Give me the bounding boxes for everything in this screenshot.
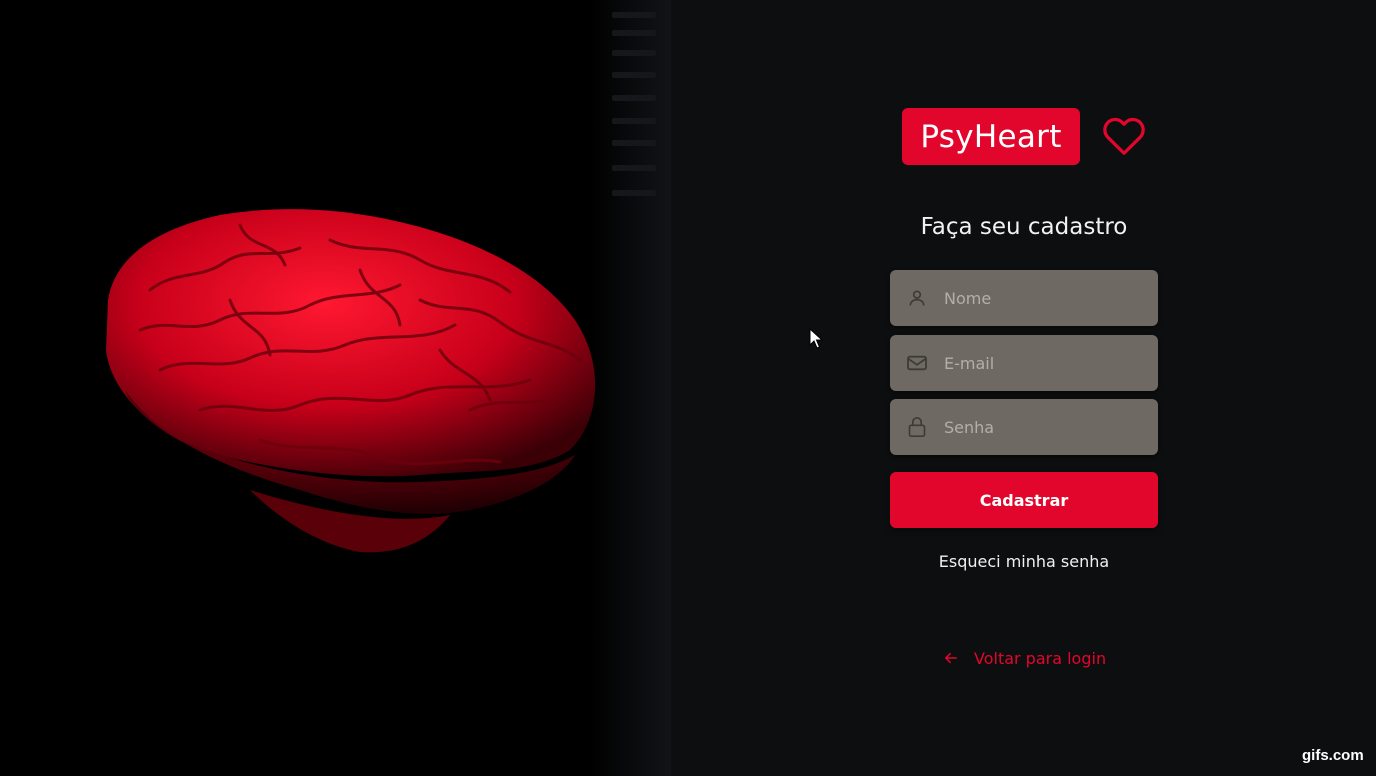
forgot-password-link[interactable]: Esqueci minha senha bbox=[890, 552, 1158, 571]
mail-icon bbox=[890, 335, 944, 391]
name-field[interactable] bbox=[890, 270, 1158, 326]
email-field[interactable] bbox=[890, 335, 1158, 391]
brand-logo: PsyHeart bbox=[902, 108, 1080, 165]
brand-name: PsyHeart bbox=[920, 118, 1062, 155]
lock-icon bbox=[890, 399, 944, 455]
hero-image bbox=[0, 0, 671, 776]
watermark: gifs.com bbox=[1302, 747, 1364, 764]
heart-icon bbox=[1103, 117, 1145, 155]
mouse-cursor-icon bbox=[809, 328, 823, 349]
email-input[interactable] bbox=[944, 343, 1144, 383]
password-field[interactable] bbox=[890, 399, 1158, 455]
user-icon bbox=[890, 270, 944, 326]
back-to-login-link[interactable]: Voltar para login bbox=[944, 646, 1106, 670]
signup-button[interactable]: Cadastrar bbox=[890, 472, 1158, 528]
name-input[interactable] bbox=[944, 278, 1144, 318]
back-to-login-label: Voltar para login bbox=[974, 648, 1107, 668]
arrow-left-icon bbox=[944, 652, 958, 664]
brain-illustration bbox=[106, 209, 596, 553]
form-title: Faça seu cadastro bbox=[920, 214, 1128, 240]
app-root: PsyHeart Faça seu cadastro Cadastrar Esq… bbox=[0, 0, 1376, 776]
password-input[interactable] bbox=[944, 407, 1144, 447]
